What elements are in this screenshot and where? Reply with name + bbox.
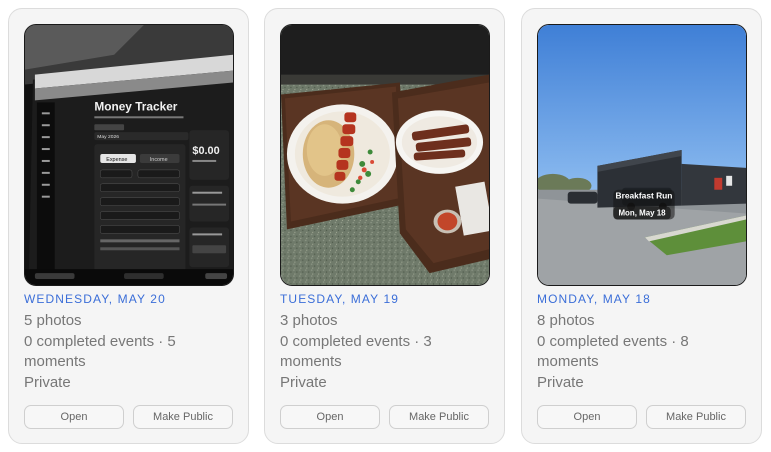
open-button[interactable]: Open — [280, 405, 380, 429]
card-date: WEDNESDAY, MAY 20 — [24, 292, 166, 306]
events-summary-line2: moments — [280, 353, 342, 370]
card-info: 3 photos 0 completed events · 3 moments … — [280, 311, 485, 393]
events-summary-line2: moments — [537, 353, 599, 370]
day-card: Breakfast Run Mon, May 18 MONDAY, MAY 18… — [521, 8, 762, 444]
events-summary-line2: moments — [24, 353, 86, 370]
day-thumbnail-photo[interactable]: Breakfast Run Mon, May 18 — [537, 24, 747, 286]
privacy-status: Private — [537, 373, 584, 391]
screen-photo-image: Money Tracker May 2026 Expense Income $0… — [25, 25, 233, 285]
events-summary-line1: 0 completed events · 3 — [280, 332, 432, 350]
svg-text:Expense: Expense — [106, 157, 127, 163]
street-photo-image: Breakfast Run Mon, May 18 — [538, 25, 746, 285]
card-info: 5 photos 0 completed events · 5 moments … — [24, 311, 229, 393]
open-button[interactable]: Open — [24, 405, 124, 429]
photo-count: 3 photos — [280, 312, 338, 329]
open-button[interactable]: Open — [537, 405, 637, 429]
card-date: TUESDAY, MAY 19 — [280, 292, 399, 306]
privacy-status: Private — [280, 373, 327, 391]
day-thumbnail-photo[interactable] — [280, 24, 490, 286]
app-title-text: Money Tracker — [94, 99, 177, 113]
photo-count: 5 photos — [24, 312, 82, 329]
photo-caption-title: Breakfast Run — [616, 191, 673, 201]
card-date: MONDAY, MAY 18 — [537, 292, 651, 306]
make-public-button[interactable]: Make Public — [646, 405, 746, 429]
day-card: Money Tracker May 2026 Expense Income $0… — [8, 8, 249, 444]
photo-count: 8 photos — [537, 312, 595, 329]
svg-text:May 2026: May 2026 — [97, 134, 119, 140]
svg-text:$0.00: $0.00 — [192, 145, 219, 157]
card-info: 8 photos 0 completed events · 8 moments … — [537, 311, 742, 393]
day-thumbnail-photo[interactable]: Money Tracker May 2026 Expense Income $0… — [24, 24, 234, 286]
events-summary-line1: 0 completed events · 8 — [537, 332, 689, 350]
make-public-button[interactable]: Make Public — [133, 405, 233, 429]
photo-caption-date: Mon, May 18 — [618, 209, 666, 218]
privacy-status: Private — [24, 373, 71, 391]
events-summary-line1: 0 completed events · 5 — [24, 332, 176, 350]
svg-text:Income: Income — [150, 157, 168, 163]
make-public-button[interactable]: Make Public — [389, 405, 489, 429]
day-card: TUESDAY, MAY 19 3 photos 0 completed eve… — [264, 8, 505, 444]
food-photo-image — [281, 25, 489, 285]
